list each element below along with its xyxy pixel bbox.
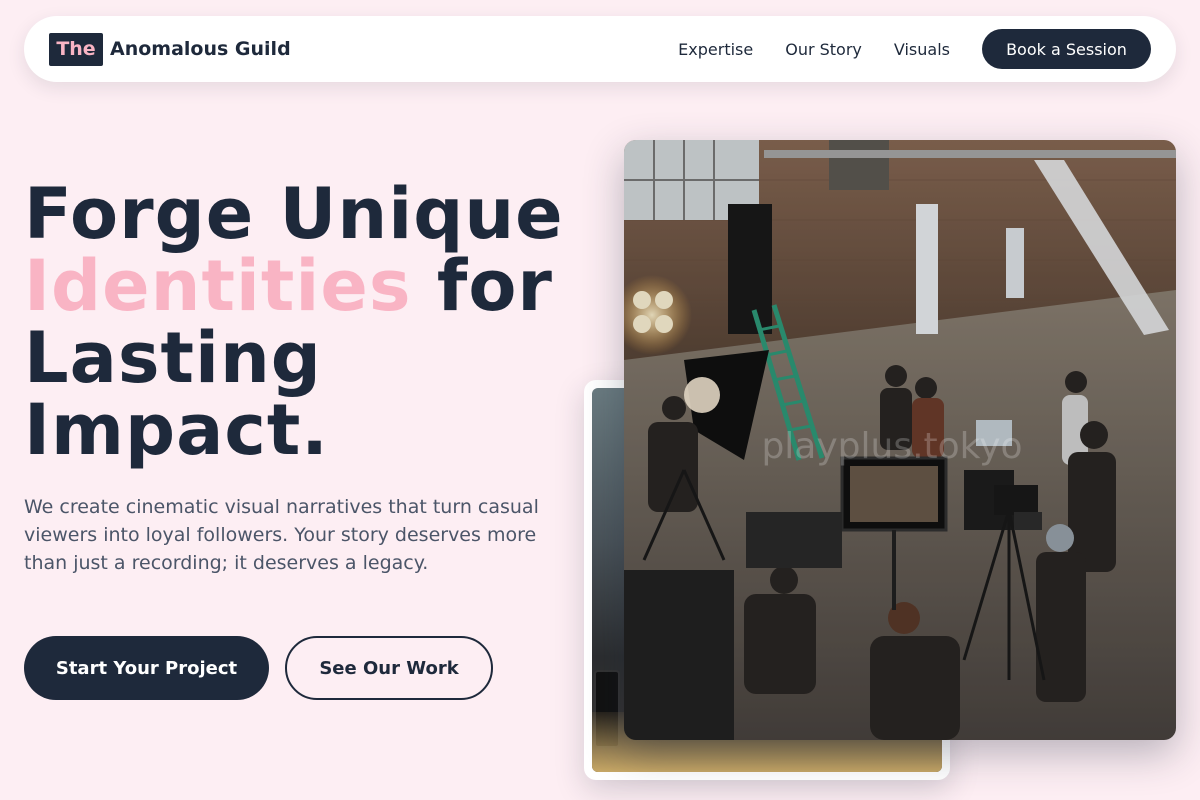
logo-badge: The	[49, 32, 103, 66]
see-work-button[interactable]: See Our Work	[285, 636, 493, 700]
nav-link-visuals[interactable]: Visuals	[894, 40, 950, 59]
top-nav: The Anomalous Guild Expertise Our Story …	[24, 16, 1176, 82]
hero-description: We create cinematic visual narratives th…	[24, 496, 539, 574]
start-project-button[interactable]: Start Your Project	[24, 636, 269, 700]
nav-link-expertise[interactable]: Expertise	[678, 40, 753, 59]
hero-headline: Forge Unique Identities for Lasting Impa…	[24, 178, 604, 466]
logo[interactable]: The Anomalous Guild	[49, 32, 291, 66]
nav-link-our-story[interactable]: Our Story	[785, 40, 862, 59]
logo-text: Anomalous Guild	[110, 38, 291, 60]
headline-after-accent: for	[411, 245, 553, 327]
hero-photo-film-set: playplus.tokyo	[624, 140, 1176, 740]
headline-line-4: Impact.	[24, 389, 329, 471]
book-session-button[interactable]: Book a Session	[982, 29, 1151, 69]
nav-links: Expertise Our Story Visuals Book a Sessi…	[678, 29, 1151, 69]
headline-line-3: Lasting	[24, 317, 322, 399]
film-set-illustration: playplus.tokyo	[624, 140, 1176, 740]
watermark-text: playplus.tokyo	[761, 426, 1022, 467]
headline-line-1: Forge Unique	[24, 173, 564, 255]
headline-accent: Identities	[24, 245, 412, 327]
